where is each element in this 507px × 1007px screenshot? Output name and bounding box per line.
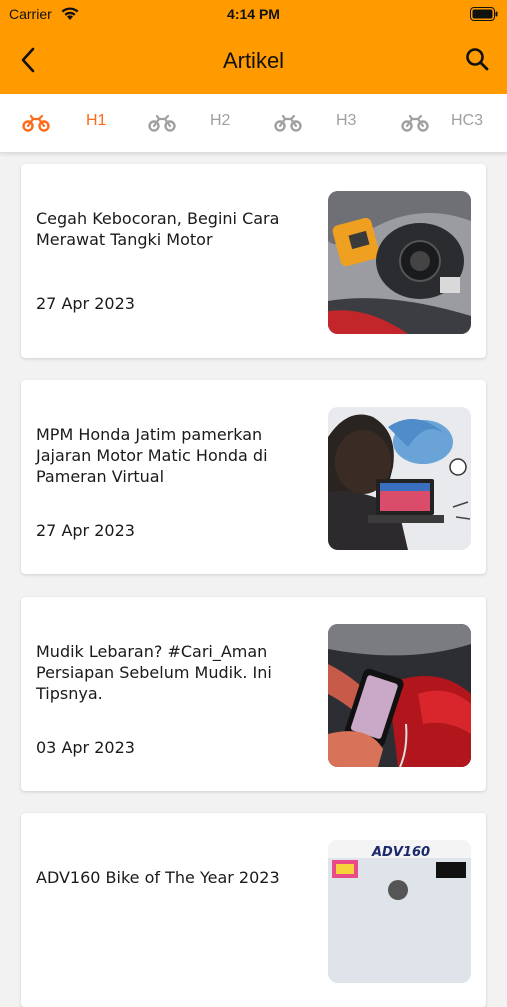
app-header: Carrier 4:14 PM Artikel bbox=[0, 0, 507, 94]
article-date: 27 Apr 2023 bbox=[36, 521, 135, 540]
article-thumbnail bbox=[328, 191, 471, 334]
article-date: 03 Apr 2023 bbox=[36, 738, 135, 757]
article-card[interactable]: ADV160 Bike of The Year 2023 ADV160 bbox=[21, 813, 486, 1007]
tab-h1[interactable]: H1 bbox=[22, 94, 122, 152]
tab-h3[interactable]: H3 bbox=[274, 94, 374, 152]
page-title: Artikel bbox=[222, 48, 285, 73]
article-card[interactable]: MPM Honda Jatim pamerkan Jajaran Motor M… bbox=[21, 380, 486, 574]
tab-hc3[interactable]: HC3 bbox=[401, 94, 501, 152]
nav-bar: Artikel bbox=[0, 28, 507, 94]
article-thumbnail bbox=[328, 624, 471, 767]
tab-label: H2 bbox=[210, 112, 231, 129]
article-title: Mudik Lebaran? #Cari_Aman Persiapan Sebe… bbox=[36, 642, 272, 703]
article-title: MPM Honda Jatim pamerkan Jajaran Motor M… bbox=[36, 425, 268, 486]
motorcycle-icon bbox=[148, 114, 176, 132]
battery-icon bbox=[470, 7, 498, 21]
article-card[interactable]: Mudik Lebaran? #Cari_Aman Persiapan Sebe… bbox=[21, 597, 486, 791]
article-title: Cegah Kebocoran, Begini Cara Merawat Tan… bbox=[36, 209, 280, 249]
search-button[interactable] bbox=[463, 44, 493, 76]
article-card[interactable]: Cegah Kebocoran, Begini Cara Merawat Tan… bbox=[21, 164, 486, 358]
article-date: 27 Apr 2023 bbox=[36, 294, 135, 313]
tab-label: H1 bbox=[86, 112, 107, 129]
virtual-exhibition-image bbox=[328, 407, 471, 550]
tab-label: HC3 bbox=[451, 112, 484, 129]
motorcycle-icon bbox=[274, 114, 302, 132]
search-icon bbox=[466, 48, 489, 71]
promo-logo-text: ADV160 bbox=[371, 845, 430, 860]
motorcycle-icon bbox=[401, 114, 429, 132]
tab-label: H3 bbox=[336, 112, 357, 129]
article-thumbnail: ADV160 bbox=[328, 840, 471, 983]
tab-h2[interactable]: H2 bbox=[148, 94, 248, 152]
article-title: ADV160 Bike of The Year 2023 bbox=[36, 868, 280, 887]
status-bar: Carrier 4:14 PM bbox=[0, 0, 507, 28]
adv160-promo-image: ADV160 bbox=[328, 840, 471, 983]
fuel-tank-image bbox=[328, 191, 471, 334]
category-tabs: H1 H2 H3 HC3 bbox=[0, 94, 507, 153]
smartphone-motorcycle-image bbox=[328, 624, 471, 767]
article-thumbnail bbox=[328, 407, 471, 550]
status-time: 4:14 PM bbox=[227, 6, 280, 22]
motorcycle-icon bbox=[22, 114, 50, 132]
